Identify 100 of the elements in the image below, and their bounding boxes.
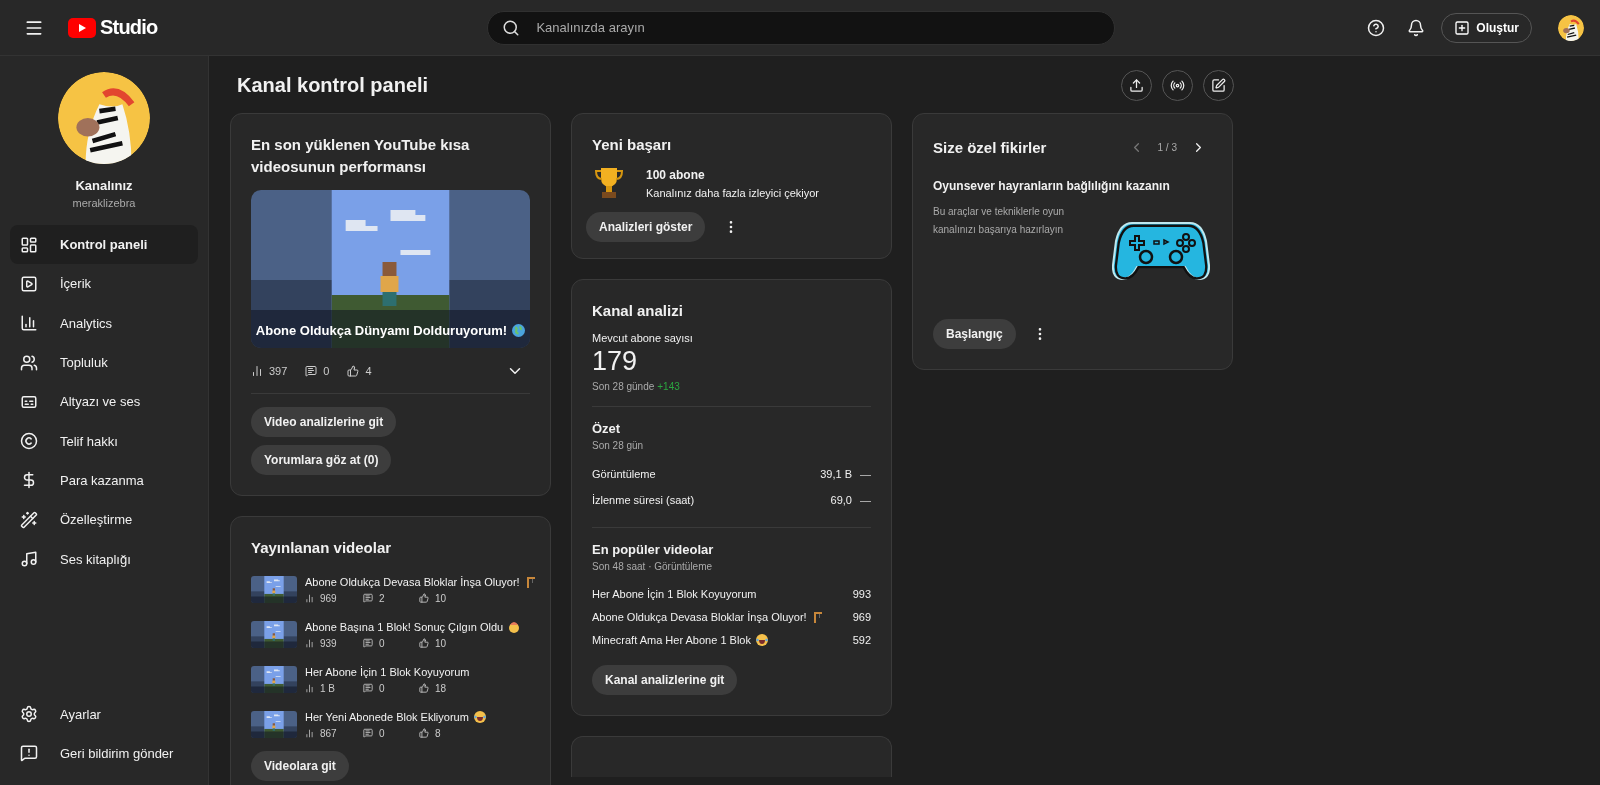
- views-icon: [251, 364, 263, 377]
- metric-label: İzlenme süresi (saat): [592, 494, 695, 506]
- view-count: 867: [320, 727, 337, 739]
- card-title: Kanal analizi: [592, 301, 684, 321]
- globe-icon: [512, 324, 526, 337]
- sidebar-item[interactable]: Ses kitaplığı: [10, 539, 198, 579]
- crane-icon: [524, 575, 536, 588]
- comment-count: 0: [379, 637, 385, 649]
- channel-title: Kanalınız: [75, 178, 133, 193]
- video-title[interactable]: Minecraft Ama Her Abone 1 Blok: [592, 633, 751, 646]
- subscribers-label: Mevcut abone sayısı: [592, 332, 694, 344]
- video-thumbnail[interactable]: [251, 621, 297, 648]
- views-icon: [305, 728, 314, 738]
- sidebar-item[interactable]: Özelleştirme: [10, 500, 198, 540]
- play-square-icon: [20, 274, 38, 293]
- card-title: Yeni başarı: [592, 135, 673, 155]
- search-input[interactable]: Kanalınızda arayın: [534, 19, 1101, 36]
- comment-count: 0: [379, 727, 385, 739]
- like-count: 10: [435, 637, 447, 649]
- gamepad-icon: [1112, 219, 1210, 283]
- video-thumbnail[interactable]: [251, 666, 297, 693]
- video-thumbnail[interactable]: [251, 711, 297, 738]
- action-button[interactable]: Yorumlara göz at (0): [251, 445, 392, 475]
- view-count: 969: [852, 610, 871, 623]
- sidebar-item[interactable]: Analytics: [10, 303, 198, 343]
- views-icon: [305, 638, 314, 648]
- view-count: 397: [269, 364, 288, 377]
- shocked-face-icon: [508, 620, 521, 633]
- comment-icon: [363, 728, 373, 738]
- video-title[interactable]: Abone Başına 1 Blok! Sonuç Çılgın Oldu: [305, 620, 504, 633]
- sidebar-item[interactable]: Ayarlar: [10, 694, 198, 734]
- like-count: 4: [365, 364, 372, 377]
- achievement-text: Kanalınız daha fazla izleyici çekiyor: [646, 186, 820, 199]
- video-thumbnail[interactable]: Abone Oldukça Dünyamı Dolduruyorum!: [251, 190, 530, 348]
- sidebar-item[interactable]: Para kazanma: [10, 460, 198, 501]
- idea-headline: Oyunsever hayranların bağlılığını kazanın: [933, 179, 1171, 193]
- comment-icon: [305, 364, 318, 377]
- sidebar-item[interactable]: Topluluk: [10, 342, 198, 383]
- video-title[interactable]: Her Abone İçin 1 Blok Koyuyorum: [305, 665, 470, 678]
- video-title[interactable]: Her Yeni Abonede Blok Ekliyorum: [305, 710, 469, 723]
- video-title[interactable]: Abone Oldukça Devasa Bloklar İnşa Oluyor!: [592, 610, 807, 623]
- video-title: Abone Oldukça Dünyamı Dolduruyorum!: [255, 323, 508, 338]
- like-count: 8: [435, 727, 441, 739]
- comment-count: 0: [379, 682, 385, 694]
- video-title[interactable]: Abone Oldukça Devasa Bloklar İnşa Oluyor!: [305, 575, 520, 588]
- metric-value: 39,1 B: [820, 468, 852, 480]
- metric-label: Görüntüleme: [592, 468, 656, 480]
- video-title[interactable]: Her Abone İçin 1 Blok Koyuyorum: [592, 587, 757, 600]
- trophy-icon: [594, 166, 624, 200]
- period-label: Son 48 saat · Görüntüleme: [592, 561, 714, 572]
- copyright-icon: [20, 432, 38, 451]
- pencil-icon: [1211, 78, 1226, 93]
- search-icon: [502, 18, 521, 37]
- view-count: 592: [852, 633, 871, 646]
- magic-wand-icon: [20, 510, 38, 529]
- analytics-button[interactable]: Analizleri göster: [586, 212, 706, 242]
- like-count: 18: [435, 682, 447, 694]
- laughing-face-icon: [473, 710, 486, 723]
- card-title: Size özel fikirler: [933, 137, 1047, 158]
- achievement-headline: 100 abone: [646, 167, 706, 182]
- broadcast-icon: [1170, 78, 1185, 93]
- comment-icon: [363, 593, 373, 603]
- sidebar-item[interactable]: İçerik: [10, 264, 198, 304]
- subscriber-count: 179: [592, 346, 639, 377]
- metric-trend: —: [860, 494, 871, 506]
- dashboard-icon: [20, 235, 38, 254]
- channel-analytics-button[interactable]: Kanal analizlerine git: [592, 665, 738, 695]
- page-title: Kanal kontrol paneli: [237, 74, 429, 97]
- comment-icon: [363, 683, 373, 693]
- start-button[interactable]: Başlangıç: [933, 319, 1016, 349]
- period-label: Son 28 günde: [592, 381, 655, 392]
- card-title: Yayınlanan videolar: [251, 538, 393, 558]
- channel-handle: meraklizebra: [72, 197, 136, 209]
- video-plus-icon: [1454, 19, 1471, 36]
- channel-avatar[interactable]: [1558, 14, 1584, 41]
- like-count: 10: [435, 592, 447, 604]
- views-icon: [305, 683, 314, 693]
- section-title: En popüler videolar: [592, 542, 715, 557]
- sidebar-item[interactable]: Kontrol paneli: [10, 225, 198, 265]
- like-icon: [419, 683, 429, 693]
- view-count: 1 B: [320, 682, 335, 694]
- like-icon: [347, 364, 360, 377]
- view-count: 969: [320, 592, 337, 604]
- people-icon: [20, 353, 38, 372]
- music-note-icon: [20, 550, 38, 568]
- video-thumbnail[interactable]: [251, 576, 297, 603]
- subscriber-change: +143: [657, 381, 680, 392]
- comment-icon: [363, 638, 373, 648]
- videos-button[interactable]: Videolara git: [251, 751, 349, 781]
- action-button[interactable]: Video analizlerine git: [251, 407, 397, 437]
- crane-icon: [811, 610, 823, 623]
- logo-text: Studio: [100, 16, 158, 39]
- channel-avatar[interactable]: [58, 72, 150, 164]
- sidebar-item[interactable]: Telif hakkı: [10, 421, 198, 461]
- like-icon: [419, 728, 429, 738]
- metric-trend: —: [860, 468, 871, 480]
- search-field[interactable]: Kanalınızda arayın: [487, 10, 1116, 45]
- sidebar-item[interactable]: Altyazı ve ses: [10, 382, 198, 422]
- period-label: Son 28 gün: [592, 440, 645, 451]
- sidebar-item[interactable]: Geri bildirim gönder: [10, 733, 198, 773]
